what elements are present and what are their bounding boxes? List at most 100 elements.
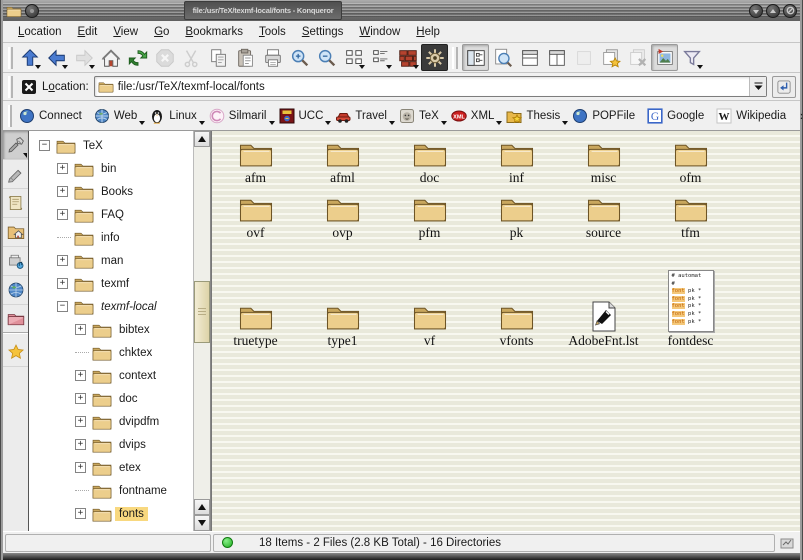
tree-item-tex[interactable]: −TeX	[29, 134, 193, 157]
sidebar-button-home-folder[interactable]	[3, 218, 28, 247]
detail-view-button[interactable]	[367, 44, 394, 71]
file-item-adobefnt.lst[interactable]: AdobeFnt.lst	[560, 294, 647, 349]
tree-item-context[interactable]: + context	[29, 364, 193, 387]
file-name-label[interactable]: truetype	[233, 333, 277, 349]
bookmark-silmaril[interactable]: Silmaril	[205, 105, 275, 127]
scrollbar-thumb[interactable]	[194, 281, 210, 343]
tree-item-fonts[interactable]: +fonts	[29, 502, 193, 525]
tree-item-chktex[interactable]: chktex	[29, 341, 193, 364]
bookmark-connect[interactable]: Connect	[15, 105, 90, 127]
sidebar-button-history[interactable]	[3, 189, 28, 218]
tree-item-books[interactable]: + Books	[29, 180, 193, 203]
bookmark-overflow-chevron[interactable]: »	[794, 108, 803, 123]
file-name-label[interactable]: ofm	[680, 170, 702, 186]
menu-help[interactable]: Help	[409, 23, 447, 41]
bookmark-popfile[interactable]: POPFile	[568, 105, 643, 127]
tree-item-label[interactable]: chktex	[115, 346, 156, 360]
close-button[interactable]	[783, 4, 797, 18]
tree-item-faq[interactable]: +FAQ	[29, 203, 193, 226]
bookmark-tex[interactable]: TeX	[395, 105, 447, 127]
file-name-label[interactable]: vf	[424, 333, 435, 349]
icon-view[interactable]: afmafmldocinfmiscofmovfovppfmpksourcetfm…	[211, 131, 800, 531]
file-item-tfm[interactable]: tfm	[647, 186, 734, 241]
file-name-label[interactable]: vfonts	[500, 333, 534, 349]
menu-tools[interactable]: Tools	[252, 23, 293, 41]
expand-plus-icon[interactable]: +	[75, 416, 86, 427]
menu-settings[interactable]: Settings	[295, 23, 351, 41]
bookmark-wikipedia[interactable]: WWikipedia	[712, 105, 794, 127]
expand-plus-icon[interactable]: +	[57, 255, 68, 266]
image-preview-button[interactable]	[651, 44, 678, 71]
expand-plus-icon[interactable]: +	[57, 209, 68, 220]
file-name-label[interactable]: doc	[420, 170, 440, 186]
find-button[interactable]	[489, 44, 516, 71]
tree-item-label[interactable]: Books	[97, 185, 137, 199]
expand-plus-icon[interactable]: +	[75, 370, 86, 381]
statusbar-indicator-icon[interactable]	[777, 534, 797, 552]
file-name-label[interactable]: type1	[328, 333, 358, 349]
bookmark-web[interactable]: Web	[90, 105, 145, 127]
scroll-down-button[interactable]	[194, 515, 210, 531]
menu-view[interactable]: View	[106, 23, 145, 41]
file-name-label[interactable]: misc	[591, 170, 617, 186]
expand-plus-icon[interactable]: +	[57, 278, 68, 289]
expand-plus-icon[interactable]: +	[75, 439, 86, 450]
scrollbar-track[interactable]	[194, 147, 210, 499]
location-toolbar-gripper[interactable]	[8, 76, 13, 98]
tree-scrollbar[interactable]	[193, 131, 210, 531]
tree-item-label[interactable]: doc	[115, 392, 142, 406]
sidebar-button-root-folder[interactable]	[3, 305, 28, 334]
tree-item-label[interactable]: texmf	[97, 277, 133, 291]
tree-item-etex[interactable]: + etex	[29, 456, 193, 479]
titlebar[interactable]: file:/usr/TeX/texmf-local/fonts - Konque…	[3, 0, 800, 21]
split-left-right-button[interactable]	[543, 44, 570, 71]
copy-button[interactable]	[205, 44, 232, 71]
tree-item-info[interactable]: info	[29, 226, 193, 249]
tree-item-label[interactable]: dvipdfm	[115, 415, 163, 429]
print-button[interactable]	[259, 44, 286, 71]
up-button[interactable]	[16, 44, 43, 71]
tree-item-label[interactable]: fontname	[115, 484, 171, 498]
tree-item-label[interactable]: man	[97, 254, 127, 268]
expand-plus-icon[interactable]: +	[57, 163, 68, 174]
icon-view-button[interactable]	[340, 44, 367, 71]
sidebar-button-annotate-pen[interactable]	[3, 160, 28, 189]
file-item-ofm[interactable]: ofm	[647, 131, 734, 186]
file-item-pfm[interactable]: pfm	[386, 186, 473, 241]
expand-plus-icon[interactable]: +	[75, 508, 86, 519]
file-item-type1[interactable]: type1	[299, 294, 386, 349]
expand-plus-icon[interactable]: +	[75, 462, 86, 473]
file-name-label[interactable]: ovf	[247, 225, 265, 241]
file-name-label[interactable]: pk	[510, 225, 524, 241]
go-button[interactable]	[772, 76, 796, 98]
file-item-doc[interactable]: doc	[386, 131, 473, 186]
tree-item-label[interactable]: etex	[115, 461, 145, 475]
file-item-inf[interactable]: inf	[473, 131, 560, 186]
sticky-button[interactable]	[25, 4, 39, 18]
sidebar-button-network[interactable]	[3, 276, 28, 305]
file-item-vfonts[interactable]: vfonts	[473, 294, 560, 349]
file-name-label[interactable]: source	[586, 225, 621, 241]
file-item-pk[interactable]: pk	[473, 186, 560, 241]
home-button[interactable]	[97, 44, 124, 71]
bookmark-toolbar-gripper[interactable]	[8, 105, 12, 127]
sidebar-toggle-button[interactable]	[462, 44, 489, 71]
tree-item-bibtex[interactable]: +bibtex	[29, 318, 193, 341]
menu-go[interactable]: Go	[147, 23, 176, 41]
tree-item-bin[interactable]: +bin	[29, 157, 193, 180]
maximize-button[interactable]	[766, 4, 780, 18]
bookmark-linux[interactable]: Linux	[145, 105, 205, 127]
tree-item-dvips[interactable]: +dvips	[29, 433, 193, 456]
expand-plus-icon[interactable]: +	[57, 186, 68, 197]
tree-item-label[interactable]: TeX	[79, 139, 107, 153]
menu-edit[interactable]: Edit	[71, 23, 105, 41]
file-item-ovf[interactable]: ovf	[212, 186, 299, 241]
file-name-label[interactable]: afm	[245, 170, 266, 186]
scroll-up-button-2[interactable]	[194, 499, 210, 515]
collapse-minus-icon[interactable]: −	[57, 301, 68, 312]
tree-item-label[interactable]: context	[115, 369, 160, 383]
bookmark-xml[interactable]: XMLXML	[447, 105, 503, 127]
tree-item-dvipdfm[interactable]: + dvipdfm	[29, 410, 193, 433]
file-item-afm[interactable]: afm	[212, 131, 299, 186]
reload-button[interactable]	[124, 44, 151, 71]
